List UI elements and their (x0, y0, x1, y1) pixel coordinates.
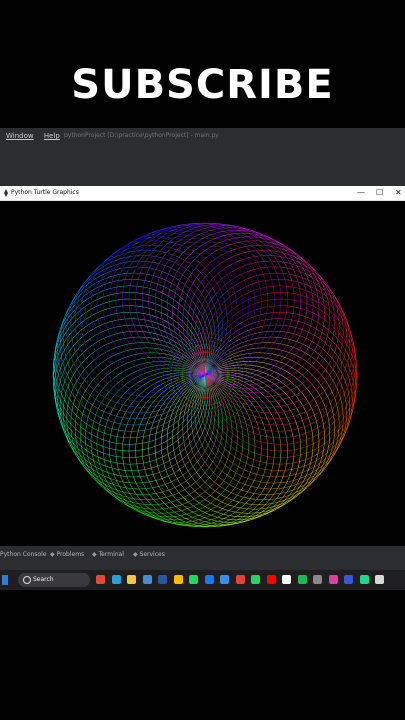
tab-label: Services (139, 551, 165, 558)
youtube-icon[interactable] (266, 575, 276, 584)
window-title: Python Turtle Graphics (11, 189, 79, 196)
recorder-icon[interactable] (235, 575, 245, 584)
tab-services[interactable]: ◆ Services (133, 551, 165, 558)
start-icon[interactable] (2, 575, 8, 585)
tab-label: Problems (56, 551, 85, 558)
ide-tool-tabs (0, 546, 405, 570)
subscribe-banner: SUBSCRIBE (0, 0, 405, 128)
edge-icon[interactable] (111, 575, 121, 584)
project-path: pythonProject [D:\practice\pythonProject… (64, 132, 219, 139)
tab-terminal[interactable]: ◆ Terminal (92, 551, 124, 558)
notion-icon[interactable] (282, 575, 291, 584)
search-label: Search (33, 576, 54, 583)
pycharm-icon[interactable] (189, 575, 198, 584)
minimize-button[interactable]: — (357, 188, 365, 198)
turtle-titlebar[interactable]: Python Turtle Graphics — ☐ ✕ (0, 186, 405, 201)
search-icon (23, 576, 31, 584)
maximize-button[interactable]: ☐ (376, 188, 383, 198)
app-icon[interactable] (220, 575, 229, 584)
game-icon[interactable] (328, 575, 338, 584)
app-icon[interactable] (344, 575, 353, 584)
tab-python-console[interactable]: Python Console (0, 551, 47, 558)
word-icon[interactable] (158, 575, 167, 584)
tab-label: Terminal (98, 551, 124, 558)
turtle-canvas (52, 222, 358, 528)
menu-help[interactable]: Help (44, 132, 60, 140)
chrome-icon[interactable] (173, 575, 183, 584)
app-icon[interactable] (313, 575, 322, 584)
tab-problems[interactable]: ◆ Problems (50, 551, 84, 558)
close-button[interactable]: ✕ (395, 188, 402, 198)
photos-icon[interactable] (142, 575, 152, 584)
whatsapp-icon[interactable] (251, 575, 260, 584)
pycharm-icon[interactable] (359, 575, 369, 584)
menu-window[interactable]: Window (6, 132, 34, 140)
chrome-icon[interactable] (96, 575, 105, 584)
facebook-icon[interactable] (204, 575, 214, 584)
spotify-icon[interactable] (297, 575, 307, 584)
app-icon[interactable] (375, 575, 384, 584)
explorer-icon[interactable] (127, 575, 136, 584)
ide-menu: Window Help (6, 132, 68, 140)
banner-text: SUBSCRIBE (71, 62, 334, 108)
tab-label: Python Console (0, 551, 47, 558)
feather-icon (4, 189, 8, 197)
